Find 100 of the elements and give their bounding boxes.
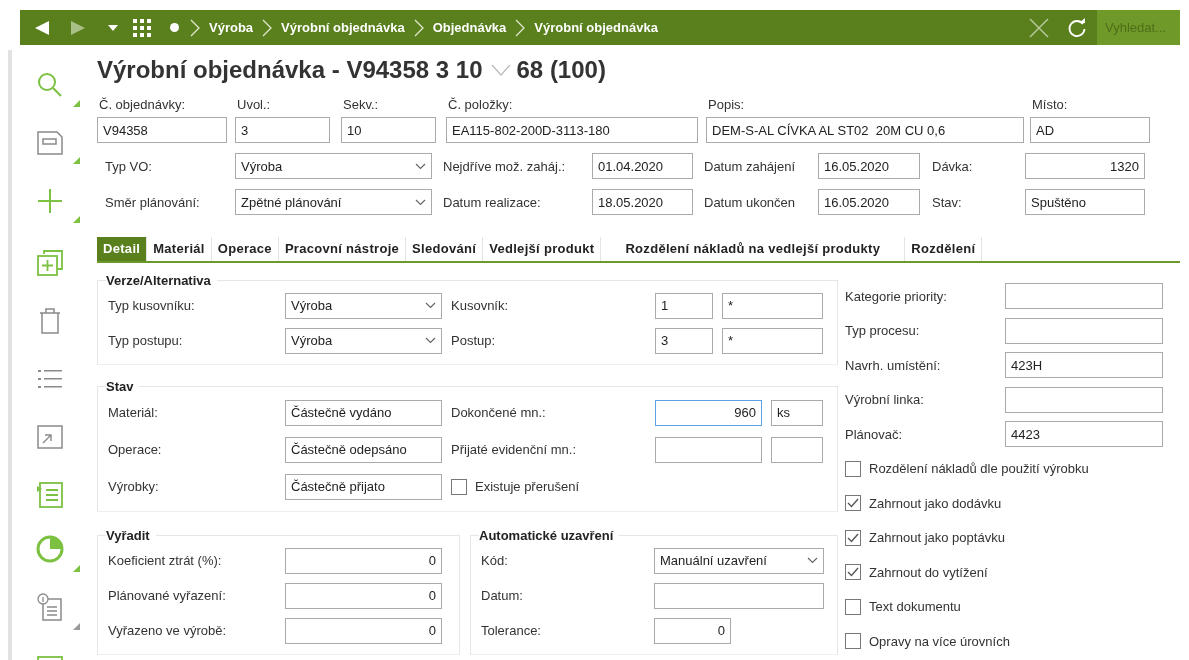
checkbox-label: Existuje přerušení [475,479,580,494]
pie-chart-icon[interactable] [36,534,64,563]
input-field[interactable]: * [722,327,823,354]
input-field[interactable]: Částečně odepsáno [285,436,442,463]
dropdown-field[interactable]: Výroba [285,327,442,354]
input-field[interactable]: 0 [654,617,731,644]
field-label: Dávka: [932,158,974,174]
input-field[interactable]: ks [771,399,823,426]
refresh-icon[interactable] [1067,17,1087,38]
input-field[interactable] [771,436,823,463]
plus-icon[interactable] [37,187,63,214]
tab[interactable]: Operace [211,237,279,261]
input-field[interactable]: * [722,292,823,319]
field-label: Č. položky: [447,97,514,112]
field-label: Navrh. umístění: [845,357,942,373]
input-field[interactable]: 0 [285,617,442,644]
input-field[interactable]: Částečně vydáno [285,399,442,426]
group-title: Vyřadit [106,528,151,543]
expand-corner-icon[interactable] [73,156,80,164]
close-icon[interactable] [1029,17,1049,38]
tab[interactable]: Vedlejší produkt [483,237,602,261]
tab[interactable]: Rozdělení nákladů na vedlejší produkty [601,237,906,261]
expand-corner-icon[interactable] [73,99,80,107]
tab[interactable]: Detail [97,237,148,261]
field-label: Materiál: [108,405,159,420]
list-icon[interactable] [38,369,62,389]
input-field[interactable]: Částečně přijato [285,473,442,500]
input-field[interactable]: Spuštěno [1025,189,1145,215]
save-icon[interactable] [37,130,63,155]
input-field[interactable]: 0 [285,547,442,574]
apps-grid-icon[interactable] [132,17,152,38]
expand-corner-icon[interactable] [73,215,80,223]
tab[interactable]: Rozdělení [905,237,983,261]
input-field[interactable]: 423H [1005,352,1163,379]
trash-icon[interactable] [39,308,61,334]
search-icon[interactable] [37,71,63,98]
dot-icon[interactable] [170,23,179,32]
field-label: Přijaté evidenční mn.: [451,442,577,457]
input-field[interactable]: 16.05.2020 [818,153,920,179]
dropdown-field[interactable]: Výroba [285,292,442,319]
input-field[interactable]: 1 [655,292,713,319]
checkbox[interactable] [845,529,861,546]
breadcrumb-link[interactable]: Objednávka [432,20,507,35]
chevron-down-icon [425,337,436,344]
tab[interactable]: Pracovní nástroje [278,237,407,261]
tab[interactable]: Materiál [147,237,212,261]
dropdown-field[interactable]: Výroba [235,153,432,179]
input-field[interactable]: EA115-802-200D-3113-180 [446,117,698,143]
chevron-right-icon [262,18,273,37]
checkbox[interactable] [451,478,467,495]
breadcrumb-link[interactable]: Výroba [209,20,254,35]
input-field[interactable]: DEM-S-AL CÍVKA AL ST02 20M CU 0,6 [706,117,1024,143]
breadcrumb-link[interactable]: Výrobní objednávka [281,20,405,35]
input-field[interactable]: 3 [655,327,713,354]
expand-corner-icon[interactable] [73,622,80,630]
chevron-down-icon [425,302,436,309]
breadcrumb-link[interactable]: Výrobní objednávka [534,20,658,35]
input-field[interactable] [655,436,762,463]
field-label: Plánované vyřazení: [108,588,227,603]
dropdown-field[interactable]: Zpětné plánování [235,189,432,215]
input-field[interactable] [1005,283,1163,310]
field-label: Výrobky: [108,479,160,494]
input-field[interactable]: 10 [341,117,436,143]
info-document-icon[interactable] [37,592,63,621]
input-field[interactable]: AD [1030,117,1150,143]
field-label: Kategorie priority: [845,288,948,304]
input-field[interactable] [1005,386,1163,413]
input-field[interactable]: 16.05.2020 [818,189,920,215]
input-field[interactable]: 0 [285,582,442,609]
back-icon[interactable] [34,19,50,36]
input-field[interactable]: V94358 [97,117,227,143]
checkbox-label: Text dokumentu [869,599,961,615]
field-label: Stav: [932,194,963,210]
input-field[interactable]: 01.04.2020 [592,153,693,179]
checkbox[interactable] [845,460,861,477]
dropdown-field[interactable]: Manuální uzavření [654,547,824,574]
field-label: Kód: [481,553,509,568]
chevron-down-icon[interactable] [490,64,511,76]
checkbox[interactable] [845,495,861,512]
checkbox-label: Rozdělení nákladů dle použití výrobku [869,461,1089,477]
list-document-icon[interactable] [37,482,63,508]
input-field[interactable] [1005,317,1163,344]
input-field[interactable]: 4423 [1005,421,1163,448]
input-field[interactable]: 960 [655,399,762,426]
checkbox[interactable] [845,598,861,615]
checkbox[interactable] [845,633,861,650]
tab[interactable]: Sledování [406,237,484,261]
input-field[interactable]: 3 [235,117,330,143]
field-label: Nejdříve mož. zaháj.: [443,158,567,174]
expand-corner-icon[interactable] [73,564,80,572]
duplicate-icon[interactable] [37,250,63,276]
forward-icon[interactable] [70,19,86,36]
field-label: Sekv.: [342,97,380,112]
group-title: Automatické uzavření [479,528,615,543]
input-field[interactable]: 18.05.2020 [592,189,693,215]
input-field[interactable] [654,582,824,609]
checkbox[interactable] [845,564,861,581]
caret-down-icon[interactable] [108,24,118,31]
field-label: Datum zahájení [704,158,797,174]
input-field[interactable]: 1320 [1025,153,1145,179]
